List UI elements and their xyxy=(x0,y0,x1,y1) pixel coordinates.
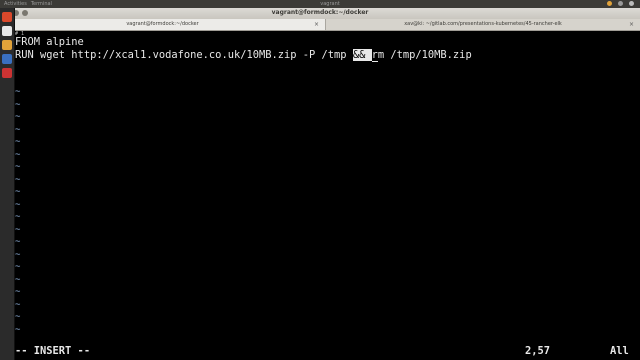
empty-line-marker: ~ xyxy=(15,237,21,247)
scroll-indicator: All xyxy=(610,345,629,357)
empty-line-marker: ~ xyxy=(15,212,21,222)
window-title: vagrant@formdock:~/docker xyxy=(271,9,369,16)
empty-line-marker: ~ xyxy=(15,124,21,135)
empty-line-marker: ~ xyxy=(15,262,21,272)
terminal-area[interactable]: # 1 FROM alpine RUN wget http://xcal1.vo… xyxy=(15,31,640,360)
line-text: RUN wget http://xcal1.vodafone.co.uk/10M… xyxy=(15,49,353,61)
tab-xav[interactable]: xav@ki: ~/gitlab.com/presentations-kuber… xyxy=(326,19,640,30)
chrome-icon[interactable] xyxy=(607,1,612,6)
ubuntu-icon[interactable] xyxy=(2,12,12,22)
empty-line-marker: ~ xyxy=(15,174,21,185)
tab-vagrant[interactable]: vagrant@formdock:~/docker × xyxy=(0,19,326,30)
top-panel-apps: Activities Terminal xyxy=(4,1,52,7)
app-icon[interactable] xyxy=(2,54,12,64)
empty-line-marker: ~ xyxy=(15,274,21,285)
close-tab-icon[interactable]: × xyxy=(629,19,634,30)
terminal-app-label[interactable]: Terminal xyxy=(31,1,52,7)
tab-label: xav@ki: ~/gitlab.com/presentations-kuber… xyxy=(404,21,562,27)
empty-line-marker: ~ xyxy=(15,99,21,110)
tab-label: vagrant@formdock:~/docker xyxy=(126,21,199,27)
empty-line-marker: ~ xyxy=(15,224,21,235)
cursor-position: 2,57 xyxy=(525,345,551,357)
system-tray xyxy=(607,1,634,6)
terminal-tab-bar: vagrant@formdock:~/docker × xav@ki: ~/gi… xyxy=(0,19,640,31)
network-icon[interactable] xyxy=(618,1,623,6)
empty-line-marker: ~ xyxy=(15,87,21,97)
system-top-panel: Activities Terminal vagrant xyxy=(0,0,640,8)
files-icon[interactable] xyxy=(2,26,12,36)
line-text: m /tmp/10MB.zip xyxy=(377,49,472,61)
visual-selection: && xyxy=(352,49,372,61)
empty-line-marker: ~ xyxy=(15,287,21,297)
empty-line-marker: ~ xyxy=(15,324,21,335)
close-tab-icon[interactable]: × xyxy=(314,19,319,30)
empty-line-marker: ~ xyxy=(15,137,21,147)
empty-line-marker: ~ xyxy=(15,299,21,310)
empty-line-marker: ~ xyxy=(15,112,21,122)
empty-line-marker: ~ xyxy=(15,249,21,260)
settings-icon[interactable] xyxy=(629,1,634,6)
empty-line-marker: ~ xyxy=(15,162,21,172)
chrome-icon[interactable] xyxy=(2,40,12,50)
app-icon[interactable] xyxy=(2,68,12,78)
empty-line-marker: ~ xyxy=(15,312,21,322)
activities-label[interactable]: Activities xyxy=(4,1,27,7)
editor-line-2: RUN wget http://xcal1.vodafone.co.uk/10M… xyxy=(15,49,472,62)
top-panel-title: vagrant xyxy=(320,1,340,7)
launcher-sidebar xyxy=(0,8,15,360)
empty-line-marker: ~ xyxy=(15,199,21,210)
empty-line-marker: ~ xyxy=(15,187,21,197)
empty-line-marker: ~ xyxy=(15,149,21,160)
editor-line-1: FROM alpine xyxy=(15,36,84,48)
